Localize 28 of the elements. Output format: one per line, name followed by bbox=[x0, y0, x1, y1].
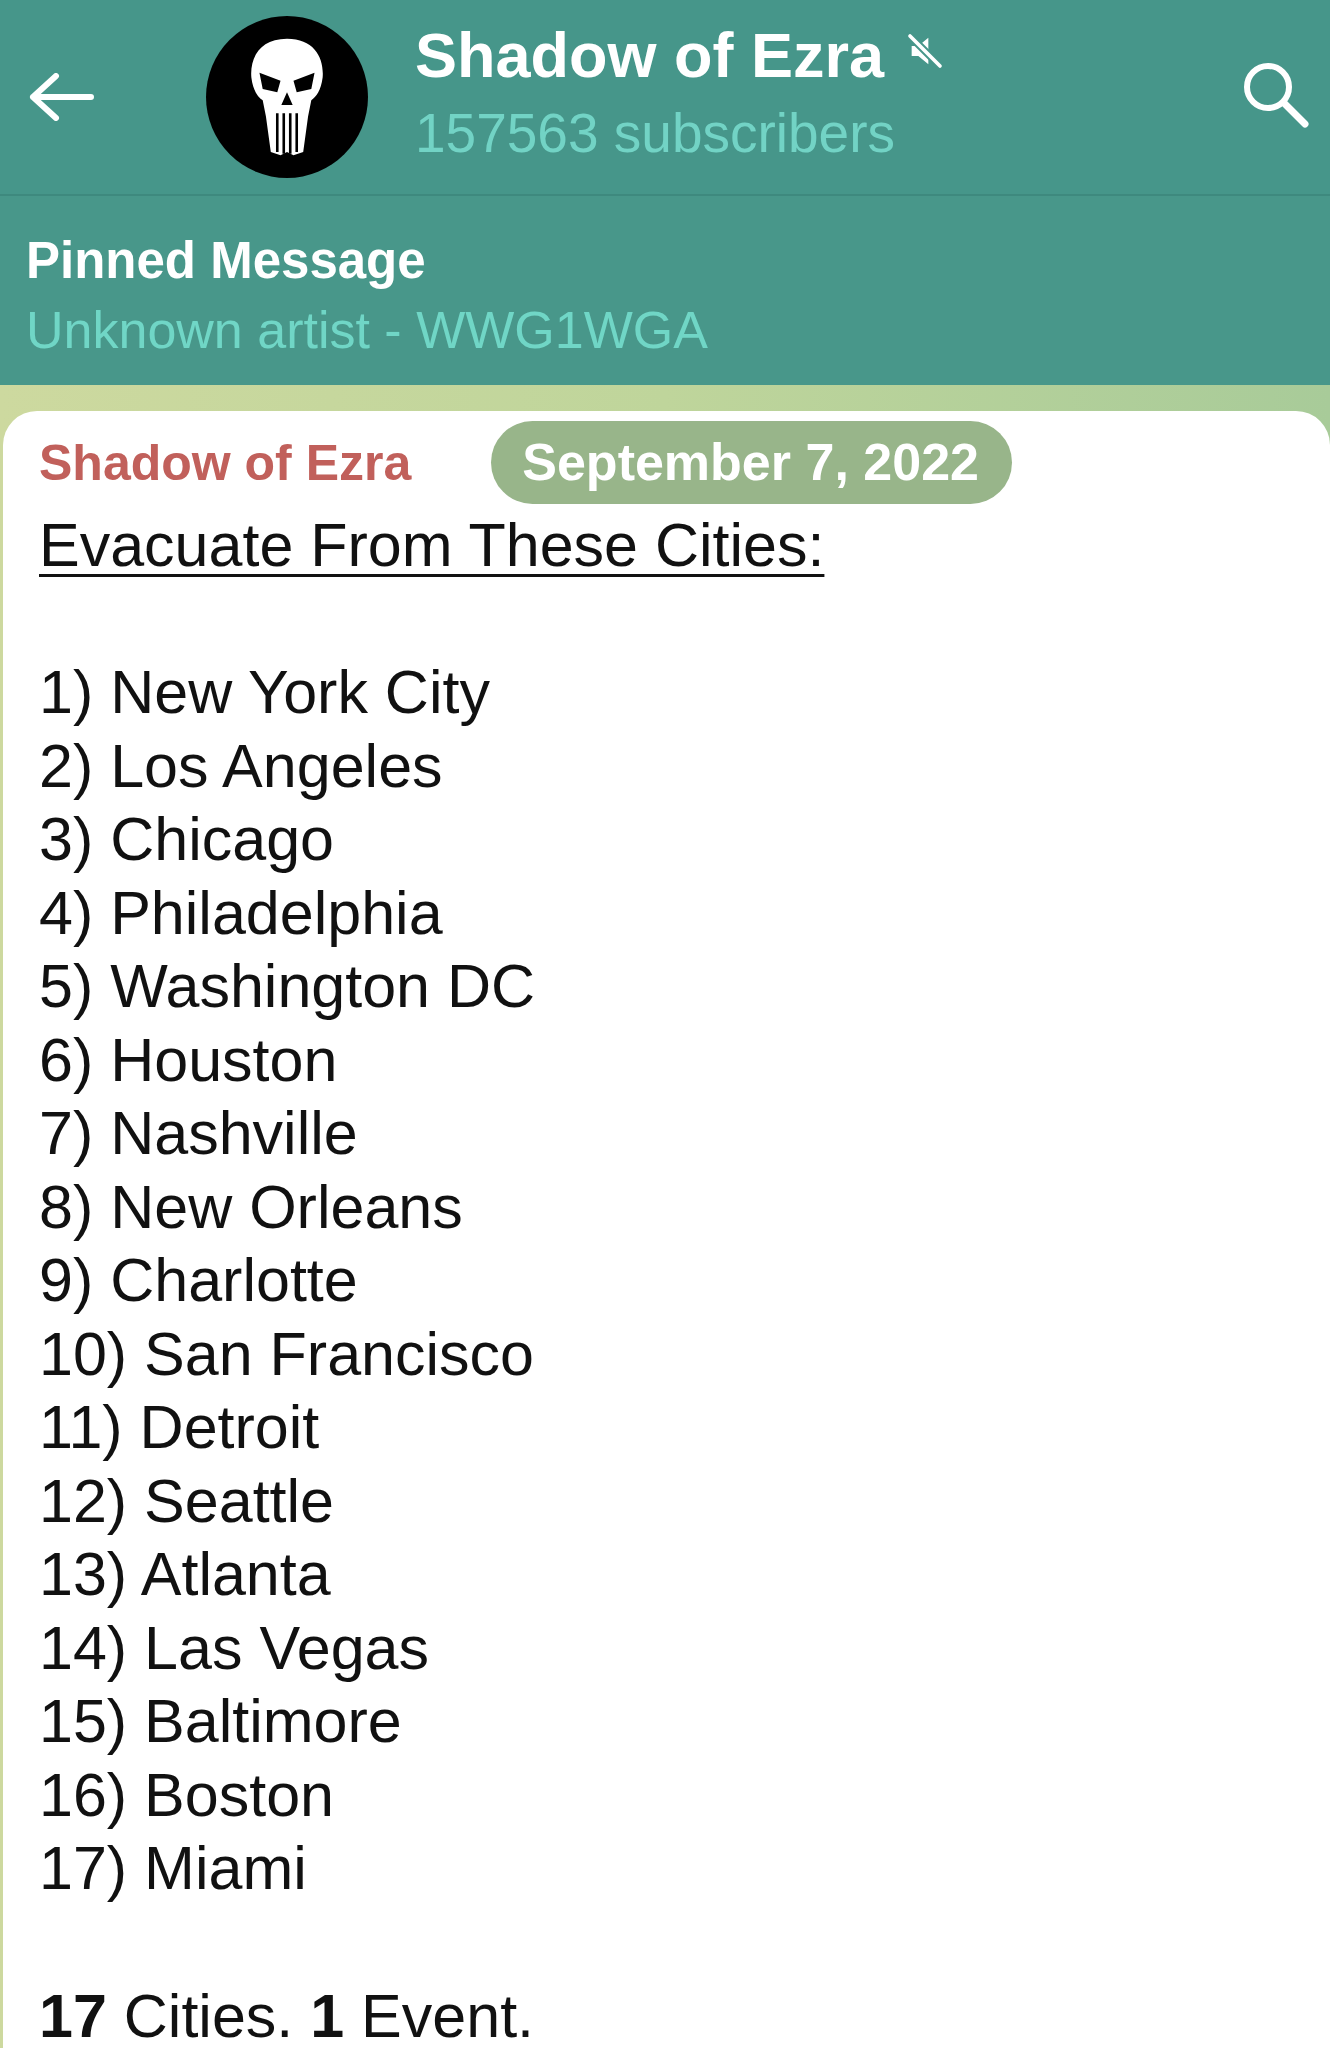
city-list-item: 15) Baltimore bbox=[39, 1686, 403, 1757]
city-list-item: 3) Chicago bbox=[39, 804, 335, 875]
city-list-item: 6) Houston bbox=[39, 1024, 339, 1096]
pinned-message-bar[interactable]: Pinned Message Unknown artist - WWG1WGA bbox=[0, 196, 1330, 385]
city-list-item: 10) San Francisco bbox=[39, 1318, 535, 1390]
skull-avatar-icon bbox=[206, 16, 368, 178]
date-badge: September 7, 2022 bbox=[491, 421, 1012, 504]
channel-title: Shadow of Ezra bbox=[415, 19, 885, 91]
subscriber-count: 157563 subscribers bbox=[415, 101, 896, 165]
city-list-item: 5) Washington DC bbox=[39, 951, 537, 1022]
pinned-message-text: Unknown artist - WWG1WGA bbox=[26, 300, 709, 361]
city-list-item: 2) Los Angeles bbox=[39, 730, 444, 802]
city-list-item: 14) Las Vegas bbox=[39, 1612, 430, 1684]
message-heading: Evacuate From These Cities: bbox=[39, 510, 826, 581]
author-name: Shadow of Ezra bbox=[39, 433, 412, 493]
city-list-item: 11) Detroit bbox=[39, 1392, 321, 1463]
city-list-item: 16) Boston bbox=[39, 1759, 336, 1831]
back-arrow-icon[interactable] bbox=[29, 73, 95, 121]
city-list-item: 12) Seattle bbox=[39, 1465, 336, 1537]
city-list-item: 9) Charlotte bbox=[39, 1245, 359, 1316]
city-list-item: 4) Philadelphia bbox=[39, 877, 444, 949]
city-list-item: 8) New Orleans bbox=[39, 1171, 464, 1243]
city-list-item: 7) Nashville bbox=[39, 1098, 359, 1169]
city-list-item: 1) New York City bbox=[39, 657, 491, 728]
city-list-item: 17) Miami bbox=[39, 1833, 308, 1904]
pinned-label: Pinned Message bbox=[26, 231, 427, 291]
message-footer-text: 17 Cities. 1 Event. bbox=[39, 1984, 536, 2047]
city-list-item: 13) Atlanta bbox=[39, 1539, 332, 1610]
